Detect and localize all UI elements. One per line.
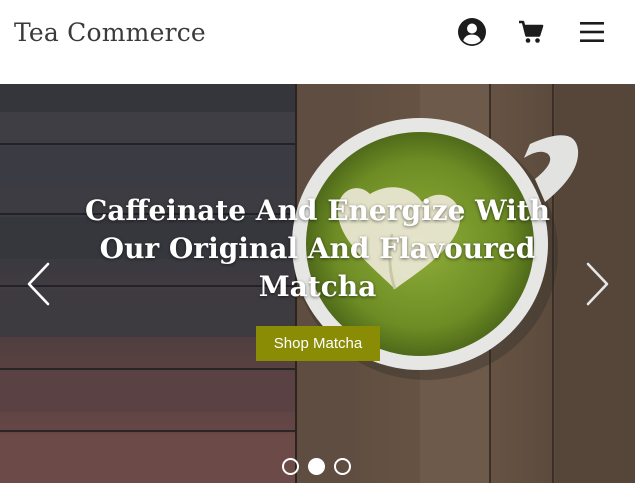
shop-matcha-button[interactable]: Shop Matcha [256,326,380,361]
hero-caption-line: Caffeinate And Energize With [84,194,551,227]
hero-caption: Caffeinate And Energize With Our Origina… [0,192,635,306]
site-header: Tea Commerce [0,0,635,84]
hero-caption-line: Our Original And Flavoured [99,232,536,265]
hero-caption-line: Matcha [258,270,377,303]
account-icon[interactable] [457,17,487,47]
carousel-indicators [282,458,351,476]
hero-carousel: Caffeinate And Energize With Our Origina… [0,84,635,483]
carousel-dot[interactable] [282,458,299,475]
carousel-next-arrow-icon[interactable] [584,262,610,306]
cart-icon[interactable] [518,19,544,45]
carousel-dot[interactable] [334,458,351,475]
carousel-prev-arrow-icon[interactable] [26,262,52,306]
carousel-dot-active[interactable] [308,458,325,475]
hamburger-menu-icon[interactable] [578,18,606,46]
site-logo[interactable]: Tea Commerce [14,18,206,47]
